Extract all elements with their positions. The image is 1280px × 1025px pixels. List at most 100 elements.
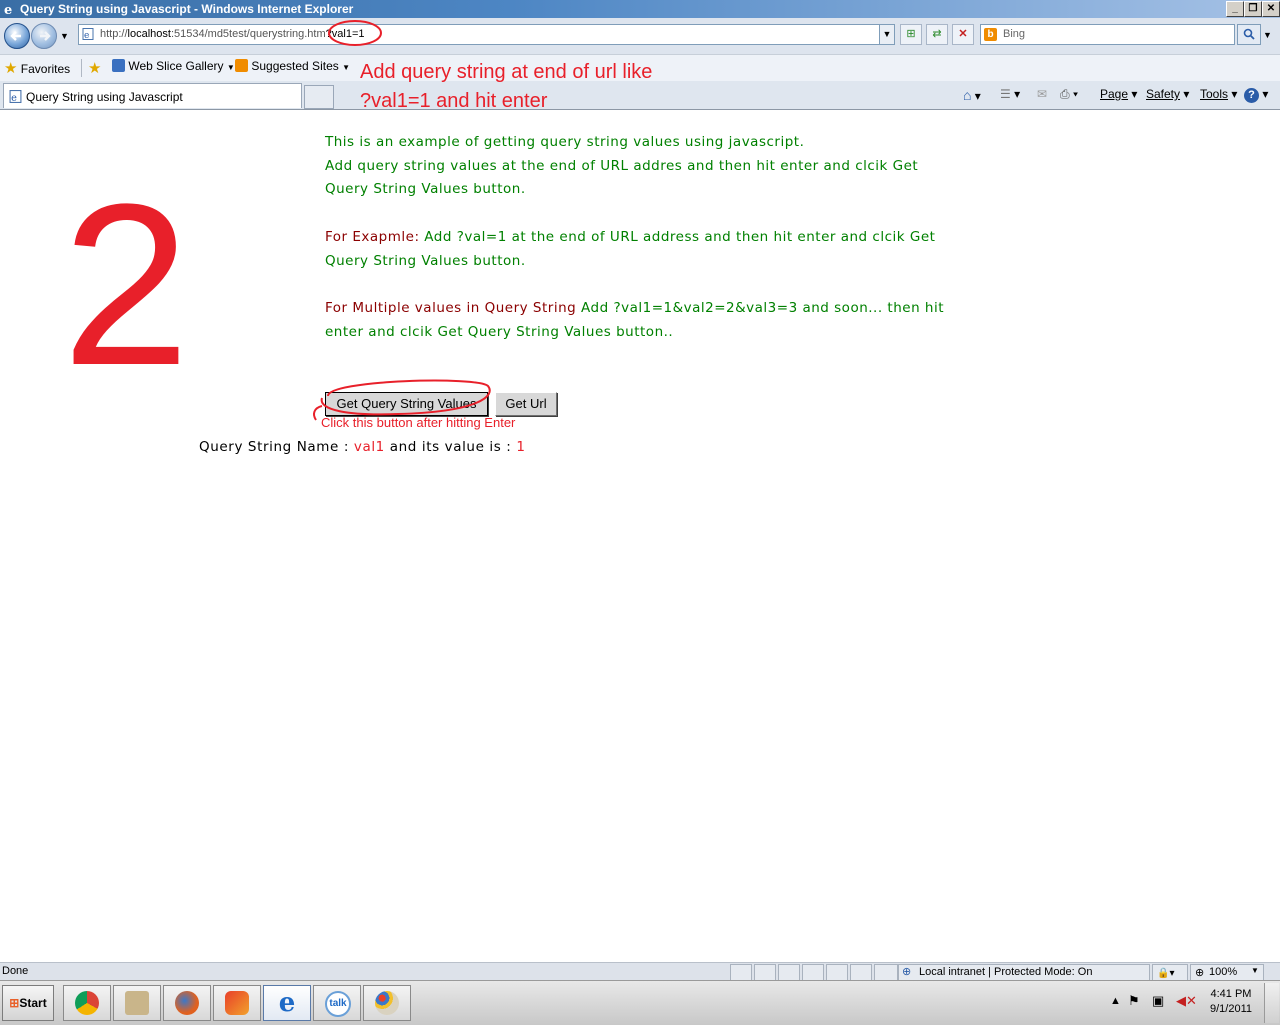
- search-box[interactable]: b Bing: [980, 24, 1235, 45]
- taskbar-visual-studio[interactable]: [213, 985, 261, 1021]
- star-icon: ★: [4, 60, 18, 77]
- window-title: Query String using Javascript - Windows …: [20, 2, 354, 16]
- address-bar[interactable]: e http://localhost:51534/md5test/queryst…: [78, 24, 895, 45]
- intro-paragraph: This is an example of getting query stri…: [325, 134, 919, 198]
- taskbar-firefox[interactable]: [163, 985, 211, 1021]
- page-menu[interactable]: Page ▾: [1100, 87, 1137, 101]
- ie-logo-icon: e: [278, 988, 296, 1018]
- paint-icon: [375, 991, 399, 1015]
- globe-icon: ⊕: [902, 966, 912, 978]
- printer-icon: ⎙: [1060, 87, 1070, 101]
- rss-icon: ☰: [1000, 87, 1011, 101]
- get-url-button[interactable]: Get Url: [495, 392, 557, 416]
- lock-icon: 🔒▾: [1157, 968, 1175, 979]
- protected-mode-button[interactable]: 🔒▾: [1152, 964, 1188, 981]
- status-cell: [730, 964, 752, 981]
- status-cell: [754, 964, 776, 981]
- volume-muted-icon[interactable]: ◀✕: [1176, 993, 1197, 1009]
- stop-button[interactable]: ✕: [952, 24, 974, 45]
- show-desktop-button[interactable]: [1264, 983, 1279, 1023]
- status-cell: [778, 964, 800, 981]
- address-url: http://localhost:51534/md5test/querystri…: [100, 28, 365, 40]
- status-cell: [802, 964, 824, 981]
- add-to-favorites-button[interactable]: ★: [88, 59, 101, 77]
- search-options-icon[interactable]: ▼: [1263, 30, 1272, 40]
- feeds-button[interactable]: ☰ ▾: [1000, 87, 1020, 101]
- bing-icon: [235, 59, 248, 72]
- back-button[interactable]: [4, 23, 30, 49]
- taskbar-google-talk[interactable]: talk: [313, 985, 361, 1021]
- security-zone-indicator[interactable]: ⊕ Local intranet | Protected Mode: On: [898, 964, 1150, 981]
- query-string-result: Query String Name : val1 and its value i…: [199, 439, 526, 455]
- read-mail-button[interactable]: ✉: [1037, 87, 1047, 101]
- refresh-button[interactable]: ⇄: [926, 24, 948, 45]
- talk-icon: talk: [325, 991, 351, 1017]
- help-icon: ?: [1244, 88, 1259, 103]
- show-hidden-icons[interactable]: ▲: [1110, 995, 1121, 1007]
- separator: [81, 59, 82, 77]
- tools-icon: [125, 991, 149, 1015]
- firefox-icon: [175, 991, 199, 1015]
- svg-text:e: e: [4, 3, 12, 16]
- add-favorite-icon: ★: [88, 60, 102, 77]
- forward-arrow-icon: [40, 31, 51, 41]
- step-number-annotation: 2: [62, 156, 190, 413]
- taskbar-internet-explorer[interactable]: e: [263, 985, 311, 1021]
- taskbar-tools[interactable]: [113, 985, 161, 1021]
- page-icon: e: [9, 90, 22, 103]
- close-icon[interactable]: ✕: [1262, 1, 1280, 17]
- chevron-down-icon: ▼: [342, 63, 351, 72]
- status-text: Done: [2, 965, 29, 977]
- url-hint-annotation: Add query string at end of url like ?val…: [360, 61, 653, 112]
- taskbar-chrome[interactable]: [63, 985, 111, 1021]
- network-icon[interactable]: ▣: [1152, 993, 1164, 1009]
- page-icon: e: [82, 28, 94, 40]
- chrome-icon: [75, 991, 99, 1015]
- tab-query-string[interactable]: e Query String using Javascript: [3, 83, 302, 108]
- restore-icon[interactable]: ❐: [1244, 1, 1262, 17]
- history-dropdown-icon[interactable]: ▼: [60, 31, 69, 41]
- tools-menu[interactable]: Tools ▾: [1200, 87, 1237, 101]
- visual-studio-icon: [225, 991, 249, 1015]
- search-button[interactable]: [1237, 24, 1261, 45]
- multiple-values-paragraph: For Multiple values in Query String Add …: [325, 300, 945, 340]
- status-cell: [826, 964, 848, 981]
- url-highlight-circle: [328, 20, 382, 46]
- zoom-icon: ⊕: [1195, 967, 1205, 979]
- address-dropdown-icon[interactable]: ▼: [879, 25, 894, 44]
- action-center-flag-icon[interactable]: ⚑: [1128, 993, 1140, 1009]
- svg-text:e: e: [84, 31, 89, 40]
- forward-button[interactable]: [31, 23, 57, 49]
- system-clock[interactable]: 4:41 PM 9/1/2011: [1210, 987, 1252, 1017]
- search-placeholder: Bing: [1003, 28, 1026, 40]
- example-paragraph: For Exapmle: Add ?val=1 at the end of UR…: [325, 229, 936, 269]
- taskbar: ⊞Start e talk ▲ ⚑ ▣ ◀✕ 4:41 PM 9/1/2011: [0, 980, 1280, 1025]
- search-icon: [1243, 28, 1255, 40]
- bing-icon: b: [984, 28, 997, 41]
- help-button[interactable]: ? ▾: [1244, 87, 1268, 103]
- print-button[interactable]: ⎙ ▾: [1060, 87, 1078, 102]
- zoom-control[interactable]: ⊕ 100% ▼: [1190, 964, 1264, 981]
- ie-logo-icon: e: [4, 3, 12, 16]
- suggested-sites-link[interactable]: Suggested Sites ▼: [235, 59, 350, 73]
- mail-icon: ✉: [1037, 87, 1048, 101]
- chevron-down-icon: ▼: [1251, 966, 1259, 975]
- status-cell: [874, 964, 898, 981]
- status-cell: [850, 964, 872, 981]
- home-button[interactable]: ⌂ ▾: [963, 87, 981, 103]
- compatibility-view-button[interactable]: ⊞: [900, 24, 922, 45]
- new-tab-button[interactable]: [304, 85, 334, 109]
- windows-logo-icon: ⊞: [9, 996, 20, 1010]
- web-slice-icon: [112, 59, 125, 72]
- web-slice-gallery-link[interactable]: Web Slice Gallery ▼: [112, 59, 235, 73]
- window-title-bar: e Query String using Javascript - Window…: [0, 0, 1280, 18]
- status-bar: Done ⊕ Local intranet | Protected Mode: …: [0, 962, 1280, 981]
- favorites-button[interactable]: ★ Favorites: [4, 59, 70, 77]
- minimize-icon[interactable]: _: [1226, 1, 1244, 17]
- start-button[interactable]: ⊞Start: [2, 985, 54, 1021]
- chevron-down-icon: ▼: [226, 63, 235, 72]
- safety-menu[interactable]: Safety ▾: [1146, 87, 1189, 101]
- address-toolbar: ▼ e http://localhost:51534/md5test/query…: [0, 18, 1280, 55]
- button-hint-annotation: Click this button after hitting Enter: [321, 415, 516, 430]
- taskbar-paint[interactable]: [363, 985, 411, 1021]
